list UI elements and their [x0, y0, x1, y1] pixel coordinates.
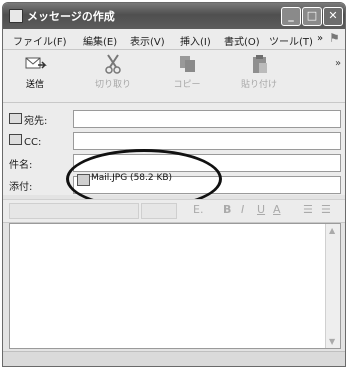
font-color-button[interactable]: A	[273, 203, 281, 216]
bold-button[interactable]: B	[223, 203, 231, 216]
status-bar	[3, 351, 345, 366]
italic-button[interactable]: I	[241, 203, 244, 216]
send-icon	[23, 54, 47, 74]
toolbar-overflow-chevron[interactable]: »	[335, 58, 341, 69]
paste-label: 貼り付け	[240, 80, 277, 90]
compose-app-icon	[9, 9, 23, 23]
cc-field[interactable]	[73, 132, 341, 150]
font-select[interactable]	[9, 203, 139, 219]
windows-logo-icon: ⚑	[329, 31, 340, 45]
toolbar: 送信 切り取り コピー 貼り付け »	[3, 50, 345, 103]
menu-insert[interactable]: 挿入(I)	[180, 33, 211, 48]
message-body[interactable]: ▲ ▼	[9, 223, 341, 349]
copy-button[interactable]: コピー	[163, 54, 211, 90]
close-button[interactable]: ✕	[323, 7, 343, 26]
paste-button[interactable]: 貼り付け	[235, 54, 283, 90]
menu-format[interactable]: 書式(O)	[224, 33, 260, 48]
paragraph-style-icon[interactable]: E.	[193, 203, 203, 216]
address-book-icon	[9, 134, 22, 145]
clipboard-icon	[247, 54, 271, 74]
bullet-list-icon[interactable]: ☰	[321, 203, 331, 216]
menu-file[interactable]: ファイル(F)	[13, 33, 67, 48]
cut-button[interactable]: 切り取り	[89, 54, 137, 90]
maximize-button[interactable]: □	[302, 7, 322, 26]
cut-label: 切り取り	[94, 80, 131, 90]
menu-overflow-chevron[interactable]: »	[317, 33, 323, 44]
format-bar: E. B I U A ☰ ☰	[3, 199, 345, 223]
scroll-up-icon[interactable]: ▲	[329, 226, 335, 235]
compose-window: メッセージの作成 _ □ ✕ ファイル(F) 編集(E) 表示(V) 挿入(I)…	[2, 2, 346, 367]
numbered-list-icon[interactable]: ☰	[303, 203, 313, 216]
scroll-down-icon[interactable]: ▼	[329, 337, 335, 346]
to-label[interactable]: 宛先:	[9, 112, 47, 127]
cc-row: CC:	[3, 131, 345, 151]
underline-button[interactable]: U	[257, 203, 265, 216]
font-size-select[interactable]	[141, 203, 177, 219]
to-row: 宛先:	[3, 109, 345, 129]
send-label: 送信	[25, 80, 44, 90]
attach-label: 添付:	[9, 182, 33, 193]
subject-label: 件名:	[9, 160, 33, 171]
address-book-icon	[9, 113, 22, 124]
send-button[interactable]: 送信	[11, 54, 59, 90]
vertical-scrollbar[interactable]: ▲ ▼	[325, 224, 340, 348]
copy-icon	[175, 54, 199, 74]
menu-view[interactable]: 表示(V)	[130, 33, 165, 48]
scissors-icon	[101, 54, 125, 74]
menu-tools[interactable]: ツール(T)	[269, 33, 313, 48]
menu-bar: ファイル(F) 編集(E) 表示(V) 挿入(I) 書式(O) ツール(T) »…	[3, 29, 345, 50]
menu-edit[interactable]: 編集(E)	[83, 33, 117, 48]
title-bar[interactable]: メッセージの作成 _ □ ✕	[3, 3, 345, 29]
copy-label: コピー	[173, 80, 201, 90]
window-title: メッセージの作成	[27, 10, 115, 23]
cc-label[interactable]: CC:	[9, 134, 41, 148]
to-field[interactable]	[73, 110, 341, 128]
minimize-button[interactable]: _	[281, 7, 301, 26]
